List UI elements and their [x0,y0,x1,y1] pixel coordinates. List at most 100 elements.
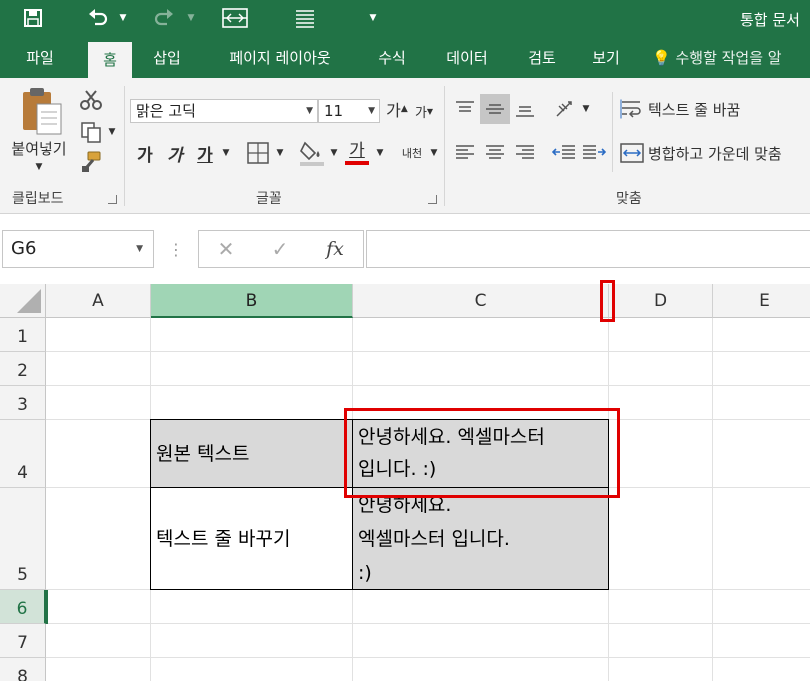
align-middle-icon[interactable] [480,94,510,124]
tab-data[interactable]: 데이터 [432,38,502,78]
row-header-1[interactable]: 1 [0,318,46,352]
name-box-value: G6 [11,238,37,259]
redo-icon[interactable] [150,5,178,31]
clipboard-launcher-icon[interactable] [108,195,117,204]
ribbon-tabs: 파일 홈 삽입 페이지 레이아웃 수식 데이터 검토 보기 💡 수행할 작업을 … [0,38,810,78]
orientation-icon[interactable] [552,96,580,122]
gridline [46,351,810,352]
paste-dropdown-icon[interactable]: ▼ [32,160,46,174]
cell-c5[interactable]: 안녕하세요. 엑셀마스터 입니다. :) [352,487,609,590]
font-group-label: 글꼴 [256,191,282,207]
align-right-icon[interactable] [512,140,538,166]
document-title: 통합 문서 [740,11,800,29]
customize-qat-icon[interactable]: ▼ [366,5,380,31]
align-center-icon[interactable] [482,140,508,166]
align-top-icon[interactable] [452,96,478,122]
cancel-icon[interactable]: ✕ [211,235,241,263]
borders-icon[interactable] [244,140,272,166]
cell-b4[interactable]: 원본 텍스트 [150,419,353,488]
formula-bar-grip-icon[interactable]: ⋮ [168,238,184,260]
column-header-d[interactable]: D [609,284,713,318]
tab-home[interactable]: 홈 [88,42,132,78]
name-box-dropdown-icon[interactable]: ▼ [136,231,143,267]
formula-buttons: ✕ ✓ fx [198,230,364,268]
column-header-b[interactable]: B [151,284,353,318]
row-header-4[interactable]: 4 [0,420,46,488]
select-all-corner[interactable] [0,284,46,318]
row-header-3[interactable]: 3 [0,386,46,420]
shrink-font-icon: 가 [414,105,427,121]
tell-me-search[interactable]: 💡 수행할 작업을 알 [652,38,782,78]
decrease-indent-icon[interactable] [550,140,578,166]
group-divider [124,86,125,206]
font-color-dropdown-icon[interactable]: ▼ [374,146,386,160]
undo-dropdown-icon[interactable]: ▼ [116,5,130,31]
paste-button-label[interactable]: 붙여넣기 [0,138,78,158]
fill-color-dropdown-icon[interactable]: ▼ [328,146,340,160]
group-divider [612,92,613,172]
merge-center-label: 병합하고 가운데 맞춤 [648,144,782,163]
gridline [46,385,810,386]
tab-review[interactable]: 검토 [514,38,570,78]
font-color-button[interactable]: 가 [342,138,372,168]
enter-icon[interactable]: ✓ [265,235,295,263]
orientation-dropdown-icon[interactable]: ▼ [580,102,592,116]
format-painter-icon[interactable] [78,150,104,174]
font-name-dropdown-icon[interactable]: ▼ [306,100,313,122]
shrink-font-button[interactable]: 가 ▼ [412,98,436,124]
cell-b5[interactable]: 텍스트 줄 바꾸기 [150,487,353,590]
wrap-text-label: 텍스트 줄 바꿈 [648,100,741,119]
tab-formulas[interactable]: 수식 [366,38,418,78]
gridline [46,623,810,624]
font-name-combo[interactable]: 맑은 고딕 ▼ [130,99,318,123]
merge-center-button[interactable]: 병합하고 가운데 맞춤 [620,140,810,166]
formula-input[interactable] [366,230,810,268]
align-icon[interactable] [292,5,318,31]
bold-button[interactable]: 가 [134,140,156,166]
save-icon[interactable] [18,5,48,31]
redo-dropdown-icon[interactable]: ▼ [184,5,198,31]
column-border-highlight [600,280,615,322]
paste-icon[interactable] [18,86,64,136]
underline-button[interactable]: 가 [194,140,216,166]
copy-icon[interactable] [78,120,104,144]
align-bottom-icon[interactable] [512,96,538,122]
row-header-7[interactable]: 7 [0,624,46,658]
copy-dropdown-icon[interactable]: ▼ [106,126,118,138]
tab-insert[interactable]: 삽입 [142,38,192,78]
font-size-combo[interactable]: 11 ▼ [318,99,380,123]
row-header-6[interactable]: 6 [0,590,46,624]
wrap-text-button[interactable]: 텍스트 줄 바꿈 [620,96,810,122]
name-box[interactable]: G6 ▼ [2,230,154,268]
form-icon[interactable] [220,5,250,31]
phonetic-dropdown-icon[interactable]: ▼ [428,146,440,160]
active-cell-indicator [46,590,48,624]
cut-icon[interactable] [78,88,104,112]
font-size-dropdown-icon[interactable]: ▼ [368,100,375,122]
phonetic-guide-icon[interactable]: 내천 [398,140,426,166]
fill-color-icon[interactable] [298,138,326,168]
column-header-e[interactable]: E [713,284,810,318]
underline-dropdown-icon[interactable]: ▼ [220,146,232,160]
increase-indent-icon[interactable] [580,140,608,166]
grow-font-button[interactable]: 가 ▲ [384,96,410,122]
wrap-text-icon [620,99,641,119]
tab-page-layout[interactable]: 페이지 레이아웃 [206,38,354,78]
insert-function-icon[interactable]: fx [317,235,353,263]
row-header-8[interactable]: 8 [0,658,46,681]
cell-b4-text: 원본 텍스트 [156,442,250,465]
row-header-5[interactable]: 5 [0,488,46,590]
align-left-icon[interactable] [452,140,478,166]
font-launcher-icon[interactable] [428,195,437,204]
column-header-c[interactable]: C [353,284,609,318]
tab-view[interactable]: 보기 [580,38,632,78]
font-color-swatch [345,161,369,165]
group-divider [444,86,445,206]
borders-dropdown-icon[interactable]: ▼ [274,146,286,160]
italic-button[interactable]: 가 [164,140,186,166]
undo-icon[interactable] [84,5,112,31]
tab-file[interactable]: 파일 [10,38,70,78]
merge-center-icon [620,143,644,163]
column-header-a[interactable]: A [46,284,151,318]
row-header-2[interactable]: 2 [0,352,46,386]
